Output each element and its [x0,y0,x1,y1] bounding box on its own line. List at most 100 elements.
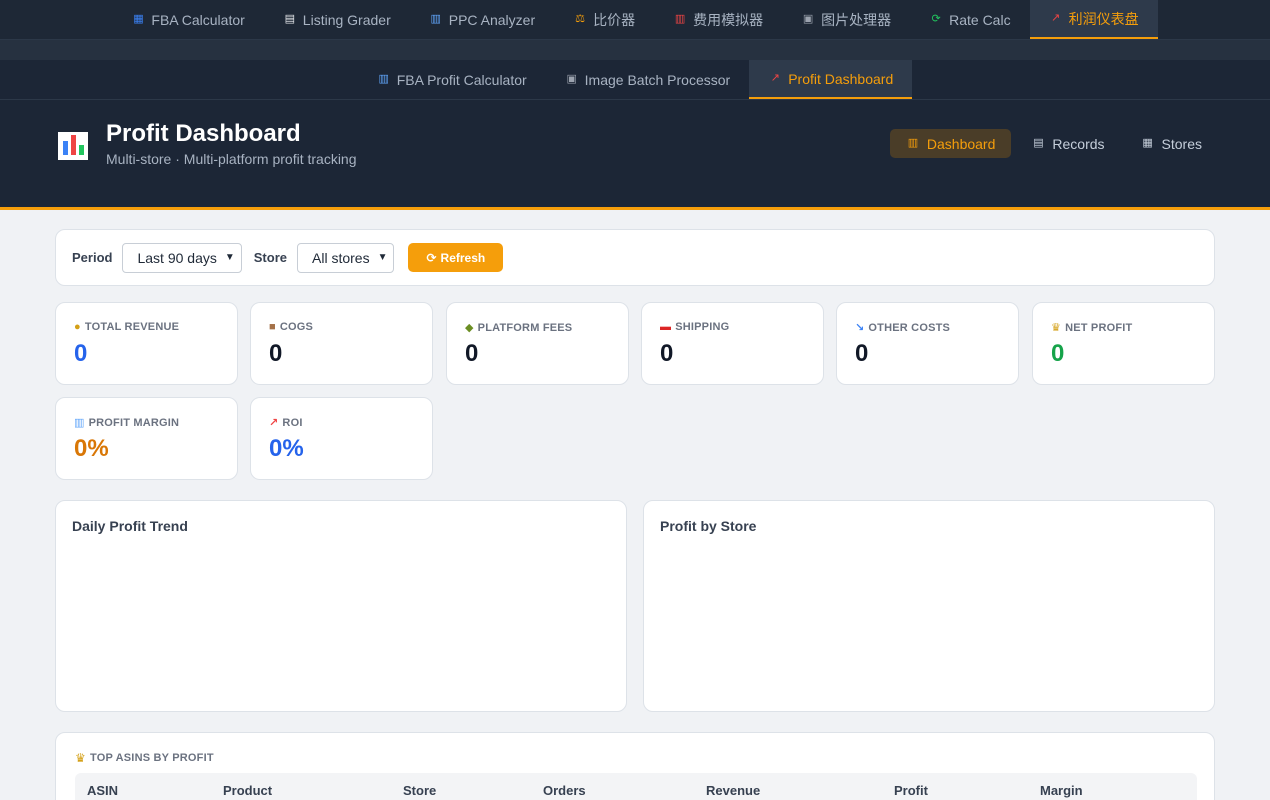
chevron-down-icon: ▼ [224,252,235,263]
refresh-icon: ⟳ [426,250,437,265]
top-asins-card: ♛ TOP ASINS BY PROFIT ASIN Product Store Or… [55,732,1215,800]
stat-value: 0% [269,435,304,462]
stat-label: ■ COGS [269,321,313,333]
top-nav-tab-label: Listing Grader [302,11,391,28]
column-header-margin[interactable]: Margin [1040,783,1083,798]
store-select-value: All stores [312,249,370,266]
bar-chart-icon: ▥ [74,417,85,429]
sub-nav-tab-image-batch-processor[interactable]: ▣ Image Batch Processor [546,60,750,99]
stat-value: 0% [74,435,109,462]
top-nav-tab-6[interactable]: ⟳ Rate Calc [910,0,1029,39]
clipboard-icon: ▤ [1033,137,1044,149]
view-dashboard-button[interactable]: ▥ Dashboard [889,129,1012,158]
trophy-icon: ♛ [75,751,86,765]
document-icon: ▤ [284,13,295,25]
view-button-label: Dashboard [926,135,996,152]
top-asins-title-label: TOP ASINS BY PROFIT [89,752,214,764]
daily-profit-chart-card: Daily Profit Trend [55,500,627,712]
top-nav-tab-5[interactable]: ▣ 图片处理器 [782,0,910,39]
column-header-store[interactable]: Store [403,783,436,798]
column-header-profit[interactable]: Profit [894,783,928,798]
stat-label: ↗ ROI [269,416,303,430]
view-button-label: Stores [1161,135,1202,152]
sub-nav: ▥ FBA Profit Calculator ▣ Image Batch Proce… [0,60,1270,100]
sub-nav-tab-label: Image Batch Processor [584,71,731,88]
nav-divider-band [0,40,1270,60]
stat-label: ◆ PLATFORM FEES [465,321,573,335]
top-nav: ▦ FBA Calculator ▤ Listing Grader ▥ PPC Analy… [0,0,1270,40]
top-nav-tab-label: Rate Calc [949,11,1011,28]
store-profit-chart-title: Profit by Store [660,518,757,534]
trophy-icon: ♛ [1051,322,1062,334]
stat-label: ▥ PROFIT MARGIN [74,416,180,430]
stat-label-text: SHIPPING [675,321,730,333]
top-nav-tab-2[interactable]: ▥ PPC Analyzer [410,0,554,39]
column-header-orders[interactable]: Orders [543,783,586,798]
store-select[interactable]: All stores ▼ [297,242,395,273]
chevron-down-icon: ▼ [377,252,388,263]
refresh-button[interactable]: ⟳ Refresh [408,243,504,272]
top-nav-tab-label: PPC Analyzer [448,11,536,28]
stat-label-text: ROI [282,416,303,429]
stat-card-net-profit: ♛ NET PROFIT 0 [1032,302,1215,385]
stat-label-text: TOTAL REVENUE [84,321,180,333]
money-bag-icon: ● [74,321,81,333]
stat-value: 0 [1051,340,1065,367]
trend-icon: ↗ [1050,12,1061,24]
view-button-label: Records [1052,135,1105,152]
top-asins-title: ♛ TOP ASINS BY PROFIT [75,751,214,765]
column-header-revenue[interactable]: Revenue [706,783,760,798]
period-select[interactable]: Last 90 days ▼ [122,242,242,273]
stat-card-other-costs: ↘ OTHER COSTS 0 [836,302,1019,385]
stat-label-text: PROFIT MARGIN [88,416,180,429]
stat-card-total-revenue: ● TOTAL REVENUE 0 [55,302,238,385]
view-stores-button[interactable]: ▦ Stores [1125,129,1218,158]
trend-icon: ↗ [770,72,780,84]
abacus-icon: ▥ [674,13,686,25]
period-label: Period [72,250,113,265]
top-asins-table-header: ASIN Product Store Orders Revenue Profit Margi… [75,773,1197,800]
page-title: Profit Dashboard [106,120,301,147]
truck-icon: ▬ [660,321,672,333]
top-nav-tab-7[interactable]: ↗ 利润仪表盘 [1029,0,1158,39]
sub-nav-tab-fba-profit-calculator[interactable]: ▥ FBA Profit Calculator [358,60,546,99]
daily-profit-chart-title: Daily Profit Trend [72,518,188,534]
stat-label-text: NET PROFIT [1065,321,1133,334]
top-nav-tab-4[interactable]: ▥ 费用模拟器 [654,0,782,39]
picture-icon: ▣ [566,73,577,85]
stat-value: 0 [465,340,479,367]
view-records-button[interactable]: ▤ Records [1015,129,1120,158]
stat-label-text: PLATFORM FEES [477,321,573,334]
stat-label-text: COGS [279,321,314,333]
stat-card-shipping: ▬ SHIPPING 0 [641,302,824,385]
store-icon: ◆ [465,322,474,334]
bar-chart-icon: ▥ [378,73,389,85]
top-nav-tab-3[interactable]: ⚖ 比价器 [554,0,654,39]
stat-card-profit-margin: ▥ PROFIT MARGIN 0% [55,397,238,480]
store-profit-chart-card: Profit by Store [643,500,1215,712]
stat-label: ↘ OTHER COSTS [855,321,951,335]
column-header-product[interactable]: Product [223,783,272,798]
stat-card-roi: ↗ ROI 0% [250,397,433,480]
top-nav-tab-label: 利润仪表盘 [1068,10,1139,27]
picture-icon: ▣ [802,13,814,25]
stat-label: ♛ NET PROFIT [1051,321,1133,335]
stat-label: ● TOTAL REVENUE [74,321,179,333]
page-subtitle: Multi-store · Multi-platform profit trac… [106,151,357,167]
chart-down-icon: ↘ [855,322,865,334]
stat-card-platform-fees: ◆ PLATFORM FEES 0 [446,302,629,385]
scale-icon: ⚖ [575,13,586,25]
store-icon: ▦ [1142,137,1153,149]
stat-value: 0 [269,340,283,367]
bar-chart-icon: ▥ [430,13,441,25]
period-select-value: Last 90 days [137,249,217,266]
top-nav-tab-label: 比价器 [593,11,636,28]
column-header-asin[interactable]: ASIN [87,783,118,798]
stat-label: ▬ SHIPPING [660,321,729,333]
top-nav-tab-label: 费用模拟器 [693,11,764,28]
top-nav-tab-1[interactable]: ▤ Listing Grader [264,0,410,39]
stat-label-text: OTHER COSTS [868,321,951,334]
top-nav-tab-0[interactable]: ▦ FBA Calculator [112,0,263,39]
top-nav-tab-label: FBA Calculator [151,11,245,28]
sub-nav-tab-profit-dashboard[interactable]: ↗ Profit Dashboard [749,60,913,99]
